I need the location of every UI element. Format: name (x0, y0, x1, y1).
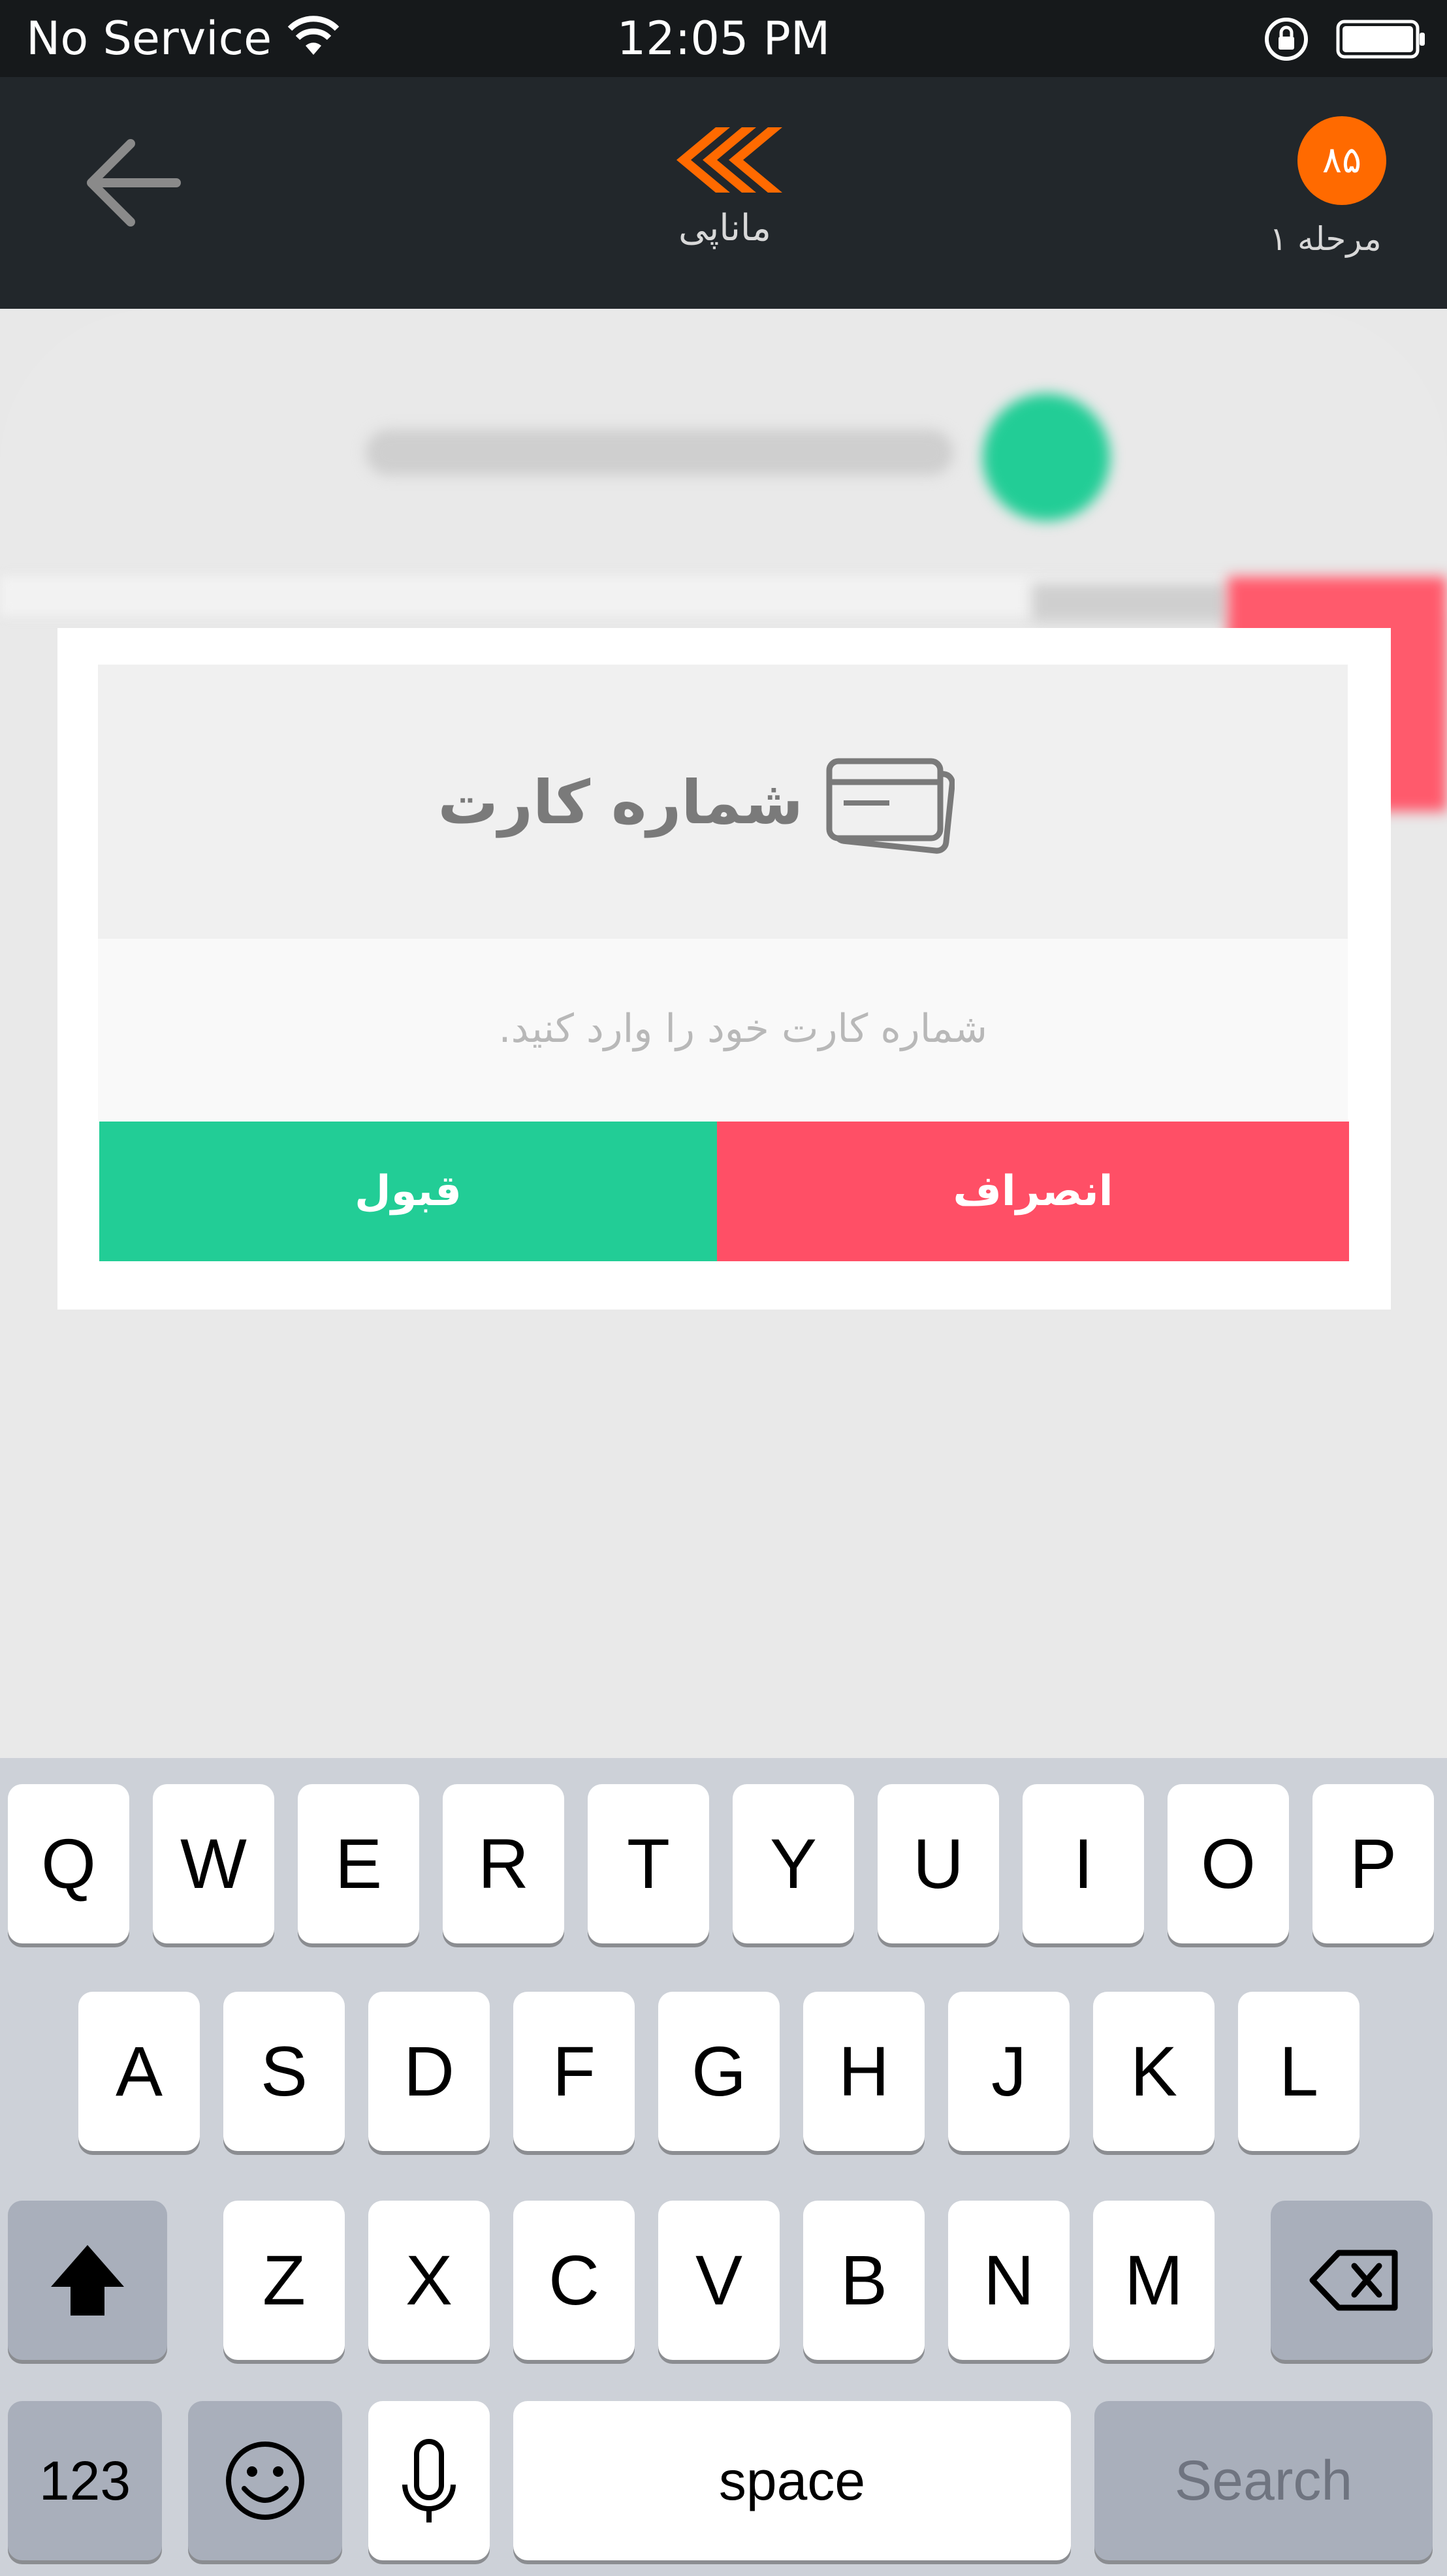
microphone-icon (402, 2439, 456, 2522)
key-e[interactable]: E (298, 1784, 419, 1943)
level-badge: ۸۵ (1297, 116, 1386, 205)
key-t[interactable]: T (588, 1784, 709, 1943)
app-name: ماناپی (678, 207, 771, 249)
accept-button[interactable]: قبول (99, 1122, 717, 1261)
key-p[interactable]: P (1312, 1784, 1434, 1943)
key-b[interactable]: B (803, 2201, 925, 2360)
key-h[interactable]: H (803, 1992, 925, 2151)
space-key[interactable]: space (513, 2401, 1071, 2560)
shift-arrow-icon (51, 2245, 124, 2316)
key-f[interactable]: F (513, 1992, 635, 2151)
key-s[interactable]: S (223, 1992, 345, 2151)
key-j[interactable]: J (948, 1992, 1070, 2151)
numbers-key[interactable]: 123 (8, 2401, 162, 2560)
blurred-header (0, 309, 1447, 576)
back-arrow-icon[interactable] (78, 131, 189, 235)
backspace-key[interactable] (1271, 2201, 1433, 2360)
key-g[interactable]: G (658, 1992, 780, 2151)
status-bar: No Service 12:05 PM (0, 0, 1447, 77)
key-d[interactable]: D (368, 1992, 490, 2151)
card-number-input[interactable] (104, 947, 989, 1111)
key-k[interactable]: K (1093, 1992, 1215, 2151)
key-z[interactable]: Z (223, 2201, 345, 2360)
manapay-logo-icon (676, 127, 782, 193)
key-x[interactable]: X (368, 2201, 490, 2360)
key-m[interactable]: M (1093, 2201, 1215, 2360)
key-u[interactable]: U (878, 1784, 999, 1943)
shift-key[interactable] (8, 2201, 167, 2360)
battery-icon (1336, 20, 1425, 59)
key-w[interactable]: W (153, 1784, 274, 1943)
key-q[interactable]: Q (8, 1784, 129, 1943)
dialog-title: شماره کارت (437, 768, 803, 838)
emoji-icon (226, 2442, 304, 2520)
key-l[interactable]: L (1238, 1992, 1360, 2151)
key-r[interactable]: R (443, 1784, 564, 1943)
key-c[interactable]: C (513, 2201, 635, 2360)
key-a[interactable]: A (78, 1992, 200, 2151)
backspace-icon (1309, 2250, 1398, 2311)
level-label: مرحله ۱ (1269, 220, 1382, 258)
search-key[interactable]: Search (1094, 2401, 1433, 2560)
cancel-button[interactable]: انصراف (717, 1122, 1349, 1261)
credit-card-icon (826, 758, 955, 854)
rotation-lock-icon (1265, 18, 1308, 61)
emoji-key[interactable] (188, 2401, 342, 2560)
clock: 12:05 PM (616, 12, 831, 65)
blurred-tab (1032, 583, 1228, 622)
blurred-title (366, 430, 953, 475)
key-y[interactable]: Y (733, 1784, 854, 1943)
key-o[interactable]: O (1168, 1784, 1289, 1943)
key-v[interactable]: V (658, 2201, 780, 2360)
blurred-avatar (983, 394, 1110, 521)
key-i[interactable]: I (1023, 1784, 1144, 1943)
key-n[interactable]: N (948, 2201, 1070, 2360)
microphone-key[interactable] (368, 2401, 490, 2560)
keyboard: Q W E R T Y U I O P A S D F G H J K L Z … (0, 1758, 1447, 2576)
